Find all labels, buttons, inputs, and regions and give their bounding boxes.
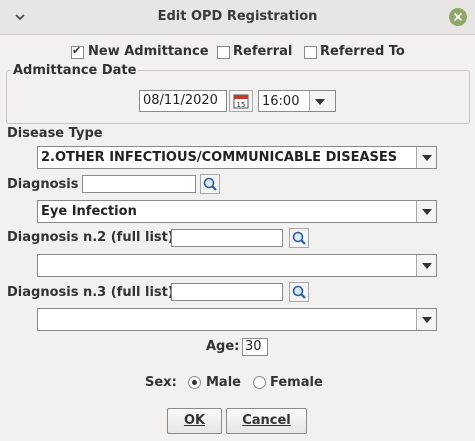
disease-type-value: 2.OTHER INFECTIOUS/COMMUNICABLE DISEASES (41, 150, 398, 165)
ok-button[interactable]: OK (167, 408, 222, 434)
referred-to-checkbox[interactable] (304, 46, 317, 59)
sex-male-radio[interactable] (188, 376, 201, 389)
diagnosis2-search-input[interactable] (171, 229, 283, 247)
diagnosis2-combo[interactable] (37, 254, 437, 277)
age-input[interactable]: 30 (242, 338, 268, 356)
search-icon (292, 285, 306, 299)
diagnosis2-label: Diagnosis n.2 (full list) (7, 230, 174, 245)
disease-type-combo[interactable]: 2.OTHER INFECTIOUS/COMMUNICABLE DISEASES (37, 146, 437, 169)
diagnosis-combo[interactable]: Eye Infection (37, 200, 437, 223)
sex-female-label[interactable]: Female (270, 375, 323, 390)
age-label: Age: (206, 339, 240, 354)
calendar-icon: 15 (233, 94, 249, 109)
diagnosis3-label: Diagnosis n.3 (full list) (7, 285, 174, 300)
disease-type-label: Disease Type (7, 126, 103, 141)
sex-male-label[interactable]: Male (206, 375, 241, 390)
diagnosis-label: Diagnosis (7, 177, 79, 192)
new-admittance-checkbox[interactable] (71, 44, 84, 59)
diagnosis3-search-input[interactable] (171, 283, 283, 301)
sex-female-radio[interactable] (253, 376, 266, 389)
diagnosis-value: Eye Infection (41, 204, 137, 219)
chevron-down-icon[interactable] (416, 201, 436, 222)
admittance-date-legend: Admittance Date (11, 63, 139, 78)
chevron-down-icon[interactable] (416, 147, 436, 168)
referral-checkbox[interactable] (217, 46, 230, 59)
diagnosis3-combo[interactable] (37, 308, 437, 331)
chevron-down-icon[interactable] (416, 309, 436, 330)
search-icon (292, 231, 306, 245)
diagnosis-search-input[interactable] (82, 175, 196, 193)
diagnosis-search-button[interactable] (200, 174, 220, 194)
admittance-time-value: 16:00 (262, 94, 300, 109)
admittance-time-combo[interactable]: 16:00 (258, 90, 336, 112)
new-admittance-label[interactable]: New Admittance (88, 44, 209, 59)
window-title: Edit OPD Registration (157, 9, 318, 24)
admittance-date-input[interactable]: 08/11/2020 (139, 90, 227, 112)
close-button[interactable] (449, 8, 467, 26)
diagnosis3-search-button[interactable] (289, 282, 309, 302)
chevron-down-icon[interactable] (309, 91, 335, 111)
diagnosis2-search-button[interactable] (289, 228, 309, 248)
calendar-button[interactable]: 15 (229, 90, 253, 112)
cancel-button[interactable]: Cancel (226, 408, 307, 434)
sex-label: Sex: (145, 375, 177, 390)
search-icon (203, 177, 217, 191)
chevron-down-icon[interactable] (416, 255, 436, 276)
close-icon (453, 12, 463, 22)
svg-text:15: 15 (237, 101, 246, 109)
title-bar: Edit OPD Registration (0, 0, 475, 35)
referral-label[interactable]: Referral (233, 44, 292, 59)
referred-to-label[interactable]: Referred To (320, 44, 405, 59)
